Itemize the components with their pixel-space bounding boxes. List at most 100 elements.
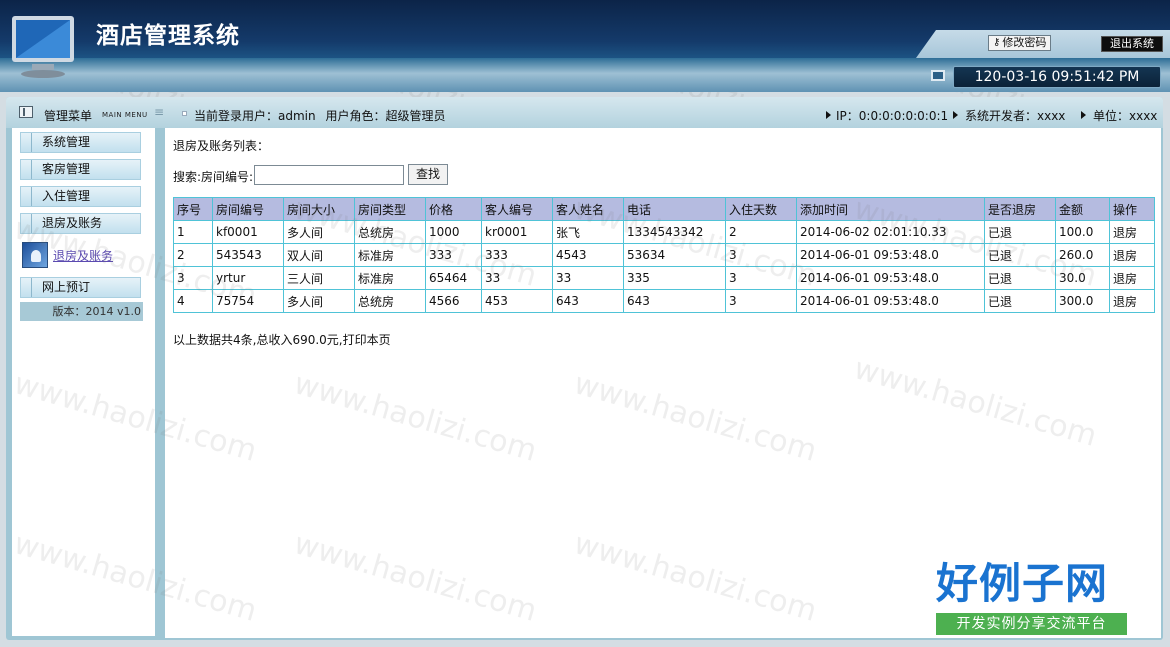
column-header: 金额 <box>1055 197 1110 221</box>
cell-index: 2 <box>173 243 213 267</box>
column-header: 是否退房 <box>984 197 1056 221</box>
app-title: 酒店管理系统 <box>96 22 240 49</box>
developer-info: 系统开发者：xxxx <box>965 109 1066 123</box>
cell-amount: 260.0 <box>1055 243 1110 267</box>
unit-info: 单位：xxxx <box>1093 109 1158 123</box>
cell-index: 4 <box>173 289 213 313</box>
cell-checked-out: 已退 <box>984 243 1056 267</box>
checkout-action-link[interactable]: 退房 <box>1109 243 1155 267</box>
column-header: 客人编号 <box>481 197 553 221</box>
cell-guest-name: 张飞 <box>552 220 624 244</box>
sidebar-item-booking[interactable]: 网上预订 <box>20 277 141 298</box>
cell-room-type: 总统房 <box>354 289 426 313</box>
cell-room-number: kf0001 <box>212 220 284 244</box>
cell-guest-name: 4543 <box>552 243 624 267</box>
cell-room-number: 75754 <box>212 289 284 313</box>
datetime-display: 120-03-16 09:51:42 PM <box>953 66 1161 88</box>
logout-button[interactable]: 退出系统 <box>1101 36 1163 52</box>
search-button[interactable]: 查找 <box>408 164 448 185</box>
change-password-label: 修改密码 <box>1002 36 1047 49</box>
cell-room-number: yrtur <box>212 266 284 290</box>
cell-added-time: 2014-06-01 09:53:48.0 <box>796 243 985 267</box>
cell-room-number: 543543 <box>212 243 284 267</box>
column-header: 序号 <box>173 197 213 221</box>
cell-days: 3 <box>725 289 797 313</box>
site-badge-subtitle: 开发实例分享交流平台 <box>936 613 1127 635</box>
search-label: 搜索:房间编号: <box>173 170 254 184</box>
cell-checked-out: 已退 <box>984 220 1056 244</box>
arrow-right-icon <box>1081 111 1086 119</box>
list-title: 退房及账务列表： <box>173 139 270 153</box>
column-header: 添加时间 <box>796 197 985 221</box>
cell-price: 4566 <box>425 289 482 313</box>
sidebar-item-checkin[interactable]: 入住管理 <box>20 186 141 207</box>
cell-added-time: 2014-06-01 09:53:48.0 <box>796 289 985 313</box>
cell-guest-id: 453 <box>481 289 553 313</box>
column-header: 电话 <box>623 197 726 221</box>
site-badge-title: 好例子网 <box>936 559 1109 608</box>
cell-index: 3 <box>173 266 213 290</box>
cell-room-size: 三人间 <box>283 266 355 290</box>
arrow-right-icon <box>826 111 831 119</box>
cell-checked-out: 已退 <box>984 266 1056 290</box>
cell-room-type: 总统房 <box>354 220 426 244</box>
sidebar-item-system[interactable]: 系统管理 <box>20 132 141 153</box>
cell-guest-id: kr0001 <box>481 220 553 244</box>
checkout-action-link[interactable]: 退房 <box>1109 220 1155 244</box>
current-user: 当前登录用户：admin <box>194 109 316 123</box>
cell-added-time: 2014-06-02 02:01:10.33 <box>796 220 985 244</box>
cell-phone: 643 <box>623 289 726 313</box>
cell-days: 3 <box>725 243 797 267</box>
cell-days: 2 <box>725 220 797 244</box>
column-header: 入住天数 <box>725 197 797 221</box>
cell-phone: 1334543342 <box>623 220 726 244</box>
cell-room-size: 双人间 <box>283 243 355 267</box>
cell-price: 1000 <box>425 220 482 244</box>
sidebar-item-rooms[interactable]: 客房管理 <box>20 159 141 180</box>
change-password-button[interactable]: ⚷ 修改密码 <box>988 35 1052 51</box>
column-header: 房间编号 <box>212 197 284 221</box>
checkout-action-link[interactable]: 退房 <box>1109 289 1155 313</box>
sidebar-subitem-label[interactable]: 退房及账务 <box>53 247 113 264</box>
sidebar-toggle-icon[interactable]: ≡ <box>154 105 164 119</box>
cell-room-size: 多人间 <box>283 220 355 244</box>
cell-checked-out: 已退 <box>984 289 1056 313</box>
square-bullet-icon <box>182 111 187 116</box>
sidebar-subitem-checkout[interactable]: 退房及账务 <box>22 240 142 270</box>
room-number-search-input[interactable] <box>254 165 404 185</box>
cell-guest-id: 333 <box>481 243 553 267</box>
column-header: 客人姓名 <box>552 197 624 221</box>
cell-added-time: 2014-06-01 09:53:48.0 <box>796 266 985 290</box>
summary-text: 以上数据共4条,总收入690.0元,打印本页 <box>173 333 391 347</box>
arrow-right-icon <box>953 111 958 119</box>
cell-room-size: 多人间 <box>283 289 355 313</box>
menu-title-en: MAIN MENU <box>102 111 148 119</box>
cell-room-type: 标准房 <box>354 243 426 267</box>
cell-room-type: 标准房 <box>354 266 426 290</box>
cell-guest-id: 33 <box>481 266 553 290</box>
checkout-action-link[interactable]: 退房 <box>1109 266 1155 290</box>
cell-phone: 335 <box>623 266 726 290</box>
cell-amount: 300.0 <box>1055 289 1110 313</box>
cell-index: 1 <box>173 220 213 244</box>
ip-info: IP：0:0:0:0:0:0:0:1 <box>836 109 949 123</box>
column-header: 操作 <box>1109 197 1155 221</box>
cell-price: 333 <box>425 243 482 267</box>
table-row: 3 yrtur 三人间 标准房 65464 33 33 335 3 2014-0… <box>173 266 1155 290</box>
user-icon <box>22 242 48 268</box>
column-header: 房间类型 <box>354 197 426 221</box>
cell-days: 3 <box>725 266 797 290</box>
table-row: 1 kf0001 多人间 总统房 1000 kr0001 张飞 13345433… <box>173 220 1155 244</box>
monitor-logo-icon <box>12 16 74 78</box>
login-user-info: 当前登录用户：admin 用户角色：超级管理员 <box>194 107 445 124</box>
cell-amount: 100.0 <box>1055 220 1110 244</box>
cell-guest-name: 643 <box>552 289 624 313</box>
version-label: 版本：2014 v1.0 <box>20 302 143 321</box>
menu-icon <box>19 106 33 118</box>
sidebar-item-checkout[interactable]: 退房及账务 <box>20 213 141 234</box>
column-header: 房间大小 <box>283 197 355 221</box>
table-row: 4 75754 多人间 总统房 4566 453 643 643 3 2014-… <box>173 289 1155 313</box>
menu-title: 管理菜单 <box>44 109 93 123</box>
table-row: 2 543543 双人间 标准房 333 333 4543 53634 3 20… <box>173 243 1155 267</box>
key-icon: ⚷ <box>993 37 1001 48</box>
